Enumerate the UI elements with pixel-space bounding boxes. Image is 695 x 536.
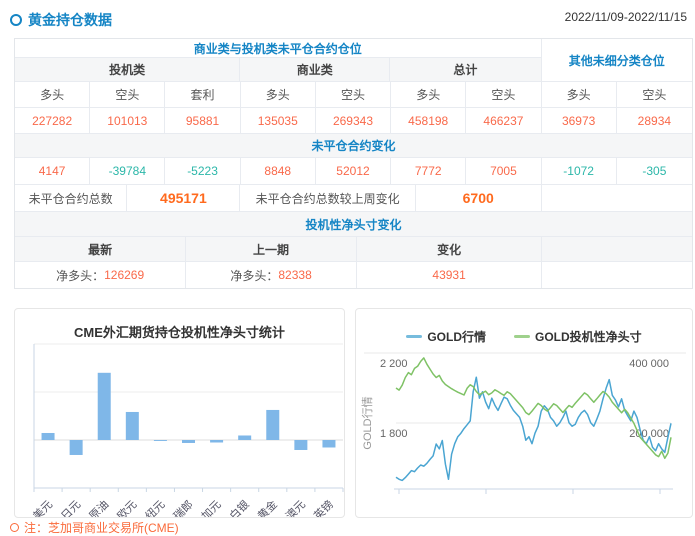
svg-text:1 800: 1 800 — [380, 428, 408, 440]
total-label: 未平仓合约总数 — [15, 185, 127, 211]
subgroup-commercial: 商业类 — [240, 58, 390, 81]
table-cell: 7772 — [391, 158, 466, 184]
legend-item-net-position[interactable]: GOLD投机性净头寸 — [514, 328, 642, 345]
changes-row: 4147-39784-522388485201277727005-1072-30… — [15, 158, 692, 185]
svg-text:原油: 原油 — [86, 497, 111, 517]
svg-text:黄金: 黄金 — [254, 497, 279, 517]
table-cell: 多头 — [391, 82, 466, 107]
bar-chart-card: 美元日元原油欧元纽元瑞郎加元白银黄金澳元英镑 CME外汇期货持仓投机性净头寸统计 — [14, 308, 345, 518]
table-cell: 多头 — [542, 82, 617, 107]
table-cell: 135035 — [241, 108, 316, 133]
table-cell: 28934 — [617, 108, 692, 133]
group-header-main: 商业类与投机类未平仓合约仓位 — [15, 39, 541, 57]
empty-cell — [542, 237, 692, 261]
table-cell: 4147 — [15, 158, 90, 184]
net-previous: 净多头：82338 — [186, 262, 357, 288]
table-cell: 空头 — [316, 82, 391, 107]
table-cell: 101013 — [90, 108, 165, 133]
svg-text:白银: 白银 — [226, 497, 251, 517]
weekly-change-label: 未平仓合约总数较上周变化 — [240, 185, 415, 211]
line-chart-card: 2 2001 800400 000200 000GOLD行情 GOLD行情 GO… — [355, 308, 693, 518]
subgroup-speculative: 投机类 — [15, 58, 240, 81]
empty-cell — [542, 185, 692, 211]
chart-legend: GOLD行情 GOLD投机性净头寸 — [356, 328, 692, 345]
svg-text:加元: 加元 — [199, 498, 224, 517]
table-cell: -1072 — [542, 158, 617, 184]
change-section-row: 未平仓合约变化 — [15, 134, 692, 158]
table-cell: 52012 — [316, 158, 391, 184]
total-value: 495171 — [127, 185, 240, 211]
positions-table: 商业类与投机类未平仓合约仓位 投机类 商业类 总计 其他未细分类仓位 多头空头套… — [14, 38, 693, 289]
svg-text:英镑: 英镑 — [311, 497, 336, 517]
legend-dash-icon — [406, 335, 422, 338]
svg-text:瑞郎: 瑞郎 — [170, 497, 195, 517]
legend-item-gold-price[interactable]: GOLD行情 — [406, 328, 486, 345]
net-previous-label: 净多头： — [230, 267, 278, 284]
table-cell: 空头 — [90, 82, 165, 107]
net-latest-label: 净多头： — [56, 267, 104, 284]
totals-row: 未平仓合约总数 495171 未平仓合约总数较上周变化 6700 — [15, 185, 692, 212]
table-cell: 95881 — [165, 108, 240, 133]
svg-text:400 000: 400 000 — [629, 358, 669, 370]
table-group-header-row: 商业类与投机类未平仓合约仓位 投机类 商业类 总计 其他未细分类仓位 — [15, 39, 692, 82]
svg-text:欧元: 欧元 — [115, 498, 140, 517]
table-cell: 227282 — [15, 108, 90, 133]
table-cell: -305 — [617, 158, 692, 184]
net-previous-value: 82338 — [278, 268, 311, 282]
net-header-latest: 最新 — [15, 237, 186, 261]
legend-dash-icon — [514, 335, 530, 338]
page-title: 黄金持仓数据 — [28, 12, 112, 28]
svg-text:纽元: 纽元 — [142, 497, 167, 517]
subgroup-total: 总计 — [390, 58, 540, 81]
table-cell: 多头 — [241, 82, 316, 107]
table-cell: 多头 — [15, 82, 90, 107]
net-latest: 净多头：126269 — [15, 262, 186, 288]
table-cell: -39784 — [90, 158, 165, 184]
table-cell: -5223 — [165, 158, 240, 184]
net-section-title: 投机性净头寸变化 — [15, 212, 692, 236]
net-header-change: 变化 — [357, 237, 542, 261]
table-cell: 458198 — [391, 108, 466, 133]
table-cell: 8848 — [241, 158, 316, 184]
bar-chart-title: CME外汇期货持仓投机性净头寸统计 — [15, 322, 344, 341]
table-cell: 空头 — [466, 82, 541, 107]
net-section-row: 投机性净头寸变化 — [15, 212, 692, 237]
svg-text:日元: 日元 — [59, 499, 83, 517]
date-range: 2022/11/09-2022/11/15 — [565, 10, 687, 24]
table-cell: 466237 — [466, 108, 541, 133]
svg-text:GOLD行情: GOLD行情 — [361, 396, 374, 449]
net-header-row: 最新 上一期 变化 — [15, 237, 692, 262]
net-change-value: 43931 — [357, 262, 542, 288]
empty-cell — [542, 262, 692, 288]
weekly-change-value: 6700 — [416, 185, 542, 211]
bullet-icon — [10, 14, 22, 26]
group-header-other: 其他未细分类仓位 — [542, 39, 692, 81]
svg-text:2 200: 2 200 — [380, 358, 408, 370]
col-header-row: 多头空头套利多头空头多头空头多头空头 — [15, 82, 692, 108]
svg-text:澳元: 澳元 — [283, 498, 308, 517]
page-header: 黄金持仓数据 2022/11/09-2022/11/15 — [10, 10, 687, 30]
table-cell: 套利 — [165, 82, 240, 107]
table-cell: 空头 — [617, 82, 692, 107]
table-cell: 7005 — [466, 158, 541, 184]
net-header-previous: 上一期 — [186, 237, 357, 261]
net-value-row: 净多头：126269 净多头：82338 43931 — [15, 262, 692, 288]
positions-row: 2272821010139588113503526934345819846623… — [15, 108, 692, 134]
main-group: 商业类与投机类未平仓合约仓位 投机类 商业类 总计 — [15, 39, 542, 81]
table-cell: 269343 — [316, 108, 391, 133]
svg-text:美元: 美元 — [30, 498, 55, 517]
table-cell: 36973 — [542, 108, 617, 133]
change-section-title: 未平仓合约变化 — [15, 134, 692, 157]
net-latest-value: 126269 — [104, 268, 144, 282]
